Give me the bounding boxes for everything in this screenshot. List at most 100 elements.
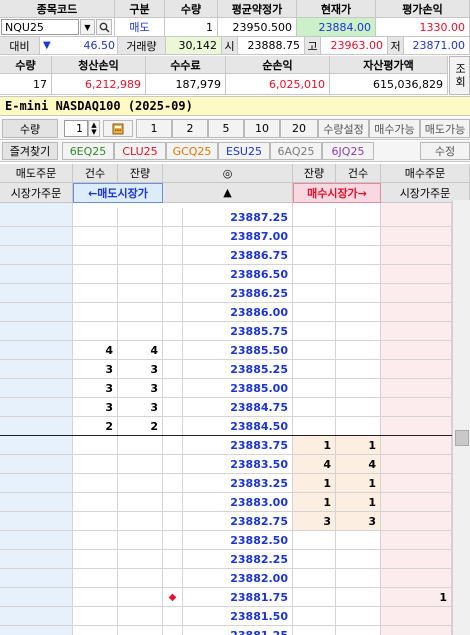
buy-order-cell[interactable]	[381, 303, 452, 322]
price-cell[interactable]: 23882.00	[183, 569, 293, 588]
favorite-6JQ25[interactable]: 6JQ25	[322, 142, 374, 160]
symbol-search-button[interactable]	[96, 19, 112, 35]
symbol-selector[interactable]: NQU25 ▼	[0, 18, 115, 37]
favorite-GCQ25[interactable]: GCQ25	[166, 142, 218, 160]
buy-order-cell[interactable]	[381, 455, 452, 474]
price-cell[interactable]: 23885.25	[183, 360, 293, 379]
buy-order-cell[interactable]	[381, 569, 452, 588]
sell-order-cell[interactable]	[0, 227, 73, 246]
price-cell[interactable]: 23882.25	[183, 550, 293, 569]
buy-order-cell[interactable]	[381, 436, 452, 455]
sell-order-cell[interactable]	[0, 588, 73, 607]
sell-order-cell[interactable]	[0, 284, 73, 303]
price-cell[interactable]: 23883.25	[183, 474, 293, 493]
qty-preset-2[interactable]: 2	[172, 119, 208, 138]
qty-preset-10[interactable]: 10	[244, 119, 280, 138]
buy-order-cell[interactable]	[381, 417, 452, 436]
favorite-CLU25[interactable]: CLU25	[114, 142, 166, 160]
sell-order-cell[interactable]	[0, 398, 73, 417]
price-cell[interactable]: 23886.25	[183, 284, 293, 303]
sell-order-cell[interactable]	[0, 379, 73, 398]
buy-order-cell[interactable]	[381, 208, 452, 227]
buy-order-cell[interactable]	[381, 360, 452, 379]
sell-order-cell[interactable]	[0, 455, 73, 474]
buy-order-cell[interactable]	[381, 474, 452, 493]
ladder-scrollbar[interactable]	[452, 200, 470, 635]
buy-order-cell[interactable]	[381, 379, 452, 398]
sell-order-cell[interactable]	[0, 474, 73, 493]
sell-order-cell[interactable]	[0, 303, 73, 322]
ask-count: 3	[73, 360, 118, 379]
price-cell[interactable]: 23886.50	[183, 265, 293, 284]
sell-order-cell[interactable]	[0, 436, 73, 455]
price-cell[interactable]: 23882.50	[183, 531, 293, 550]
buy-order-cell[interactable]: 1	[381, 588, 452, 607]
buy-order-cell[interactable]	[381, 531, 452, 550]
sell-order-cell[interactable]	[0, 531, 73, 550]
symbol-dropdown-button[interactable]: ▼	[80, 19, 95, 35]
scroll-up-button[interactable]: ▲	[163, 183, 293, 203]
spinner-down-icon[interactable]: ▼	[91, 128, 96, 136]
price-cell[interactable]: 23881.75	[183, 588, 293, 607]
buy-order-cell[interactable]	[381, 284, 452, 303]
sell-order-cell[interactable]	[0, 493, 73, 512]
qty-preset-1[interactable]: 1	[136, 119, 172, 138]
sell-order-cell[interactable]	[0, 607, 73, 626]
buy-order-cell[interactable]	[381, 493, 452, 512]
favorite-6AQ25[interactable]: 6AQ25	[270, 142, 322, 160]
buy-order-cell[interactable]	[381, 512, 452, 531]
buy-market-button[interactable]: 매수시장가→	[293, 183, 381, 203]
sell-order-cell[interactable]	[0, 265, 73, 284]
buy-order-cell[interactable]	[381, 626, 452, 635]
sell-order-cell[interactable]	[0, 341, 73, 360]
favorite-6EQ25[interactable]: 6EQ25	[62, 142, 114, 160]
symbol-code-input[interactable]: NQU25	[1, 19, 79, 35]
price-cell[interactable]: 23881.25	[183, 626, 293, 635]
favorites-edit-button[interactable]: 수정	[420, 142, 470, 160]
buy-order-cell[interactable]	[381, 265, 452, 284]
favorite-ESU25[interactable]: ESU25	[218, 142, 270, 160]
sell-order-cell[interactable]	[0, 550, 73, 569]
sell-order-cell[interactable]	[0, 246, 73, 265]
buy-order-cell[interactable]	[381, 322, 452, 341]
buy-order-cell[interactable]	[381, 550, 452, 569]
sell-order-cell[interactable]	[0, 208, 73, 227]
price-cell[interactable]: 23887.00	[183, 227, 293, 246]
price-cell[interactable]: 23883.75	[183, 436, 293, 455]
sell-order-cell[interactable]	[0, 569, 73, 588]
scrollbar-thumb[interactable]	[455, 430, 469, 446]
inquiry-button[interactable]: 조회	[449, 56, 470, 95]
buy-order-cell[interactable]	[381, 227, 452, 246]
qty-spinner[interactable]: ▲ ▼	[88, 120, 100, 137]
sell-order-cell[interactable]	[0, 417, 73, 436]
price-cell[interactable]: 23885.75	[183, 322, 293, 341]
center-target-button[interactable]: ◎	[163, 164, 293, 183]
buy-order-cell[interactable]	[381, 607, 452, 626]
sell-market-button[interactable]: ←매도시장가	[73, 183, 163, 203]
price-cell[interactable]: 23886.75	[183, 246, 293, 265]
buy-order-cell[interactable]	[381, 398, 452, 417]
price-cell[interactable]: 23886.00	[183, 303, 293, 322]
qty-input[interactable]: 1	[64, 120, 88, 137]
price-cell[interactable]: 23885.00	[183, 379, 293, 398]
sell-available-button[interactable]: 매도가능	[420, 119, 470, 138]
buy-available-button[interactable]: 매수가능	[369, 119, 420, 138]
price-cell[interactable]: 23884.50	[183, 417, 293, 436]
qty-calc-button[interactable]	[103, 120, 133, 137]
buy-order-cell[interactable]	[381, 246, 452, 265]
qty-preset-20[interactable]: 20	[280, 119, 318, 138]
sell-order-cell[interactable]	[0, 322, 73, 341]
qty-preset-5[interactable]: 5	[208, 119, 244, 138]
price-cell[interactable]: 23882.75	[183, 512, 293, 531]
price-cell[interactable]: 23883.50	[183, 455, 293, 474]
price-cell[interactable]: 23884.75	[183, 398, 293, 417]
price-cell[interactable]: 23881.50	[183, 607, 293, 626]
sell-order-cell[interactable]	[0, 360, 73, 379]
qty-setting-button[interactable]: 수량설정	[318, 119, 369, 138]
buy-order-cell[interactable]	[381, 341, 452, 360]
sell-order-cell[interactable]	[0, 512, 73, 531]
price-cell[interactable]: 23885.50	[183, 341, 293, 360]
price-cell[interactable]: 23883.00	[183, 493, 293, 512]
price-cell[interactable]: 23887.25	[183, 208, 293, 227]
sell-order-cell[interactable]	[0, 626, 73, 635]
